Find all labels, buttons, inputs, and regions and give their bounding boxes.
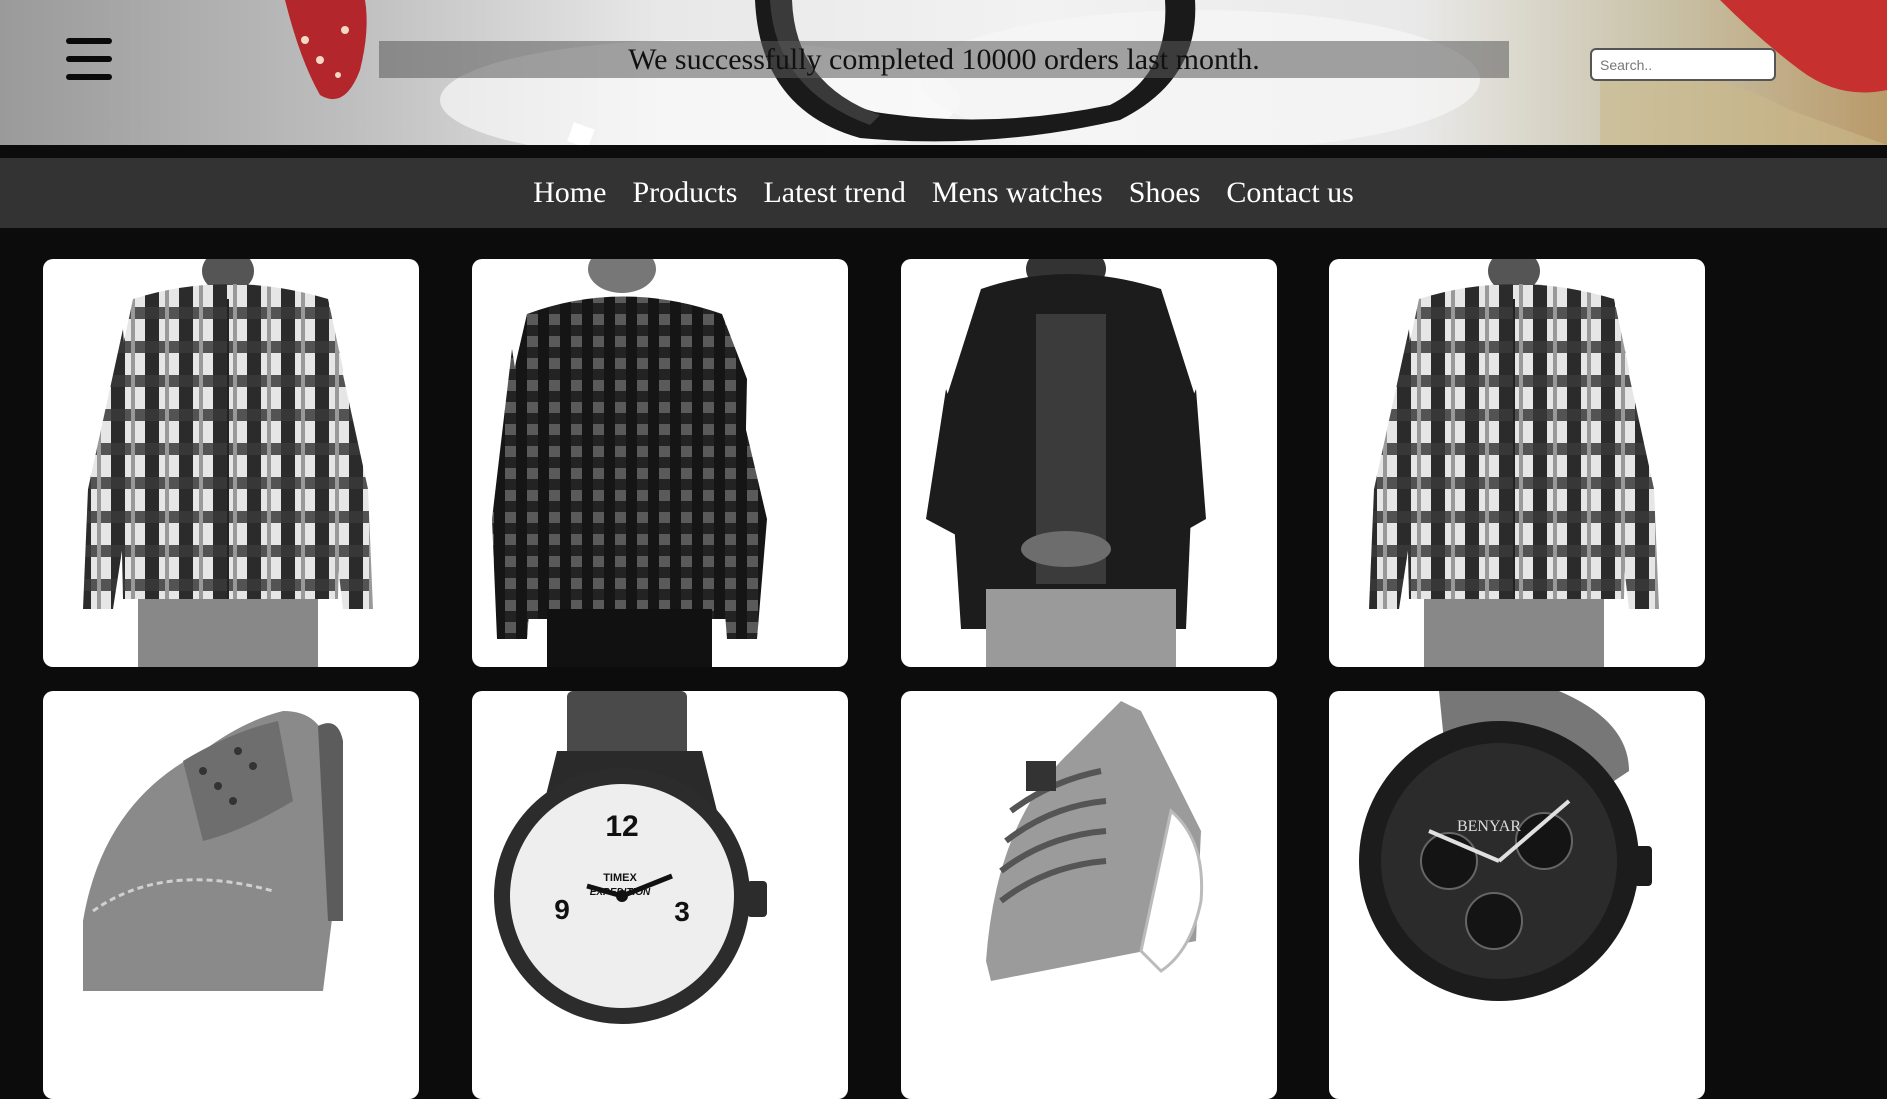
nav-item-shoes[interactable]: Shoes [1129,176,1201,210]
plaid-shirt-image [1369,259,1659,667]
product-card[interactable] [43,691,419,1099]
nav-item-home[interactable]: Home [533,176,606,210]
timex-watch-image: 12 3 9 TIMEX EXPEDITION [494,691,767,1024]
nav-item-contact-us[interactable]: Contact us [1226,176,1354,210]
svg-text:3: 3 [674,896,690,927]
product-card[interactable] [472,259,848,667]
hamburger-menu-icon[interactable] [66,38,112,80]
nav-item-latest-trend[interactable]: Latest trend [763,176,905,210]
black-overshirt-image [926,259,1206,667]
hero-banner: We successfully completed 10000 orders l… [0,0,1887,145]
svg-text:9: 9 [554,894,570,925]
svg-text:12: 12 [605,810,638,843]
watch-brand-label: BENYAR [1457,818,1521,835]
nav-item-mens-watches[interactable]: Mens watches [932,176,1103,210]
plaid-shirt-dark-image [492,259,767,667]
grey-sneaker-image [986,701,1204,981]
announcement-text: We successfully completed 10000 orders l… [379,41,1509,78]
product-card[interactable]: BENYAR [1329,691,1705,1099]
watch-brand-label: TIMEX [603,872,637,884]
main-navigation: Home Products Latest trend Mens watches … [0,158,1887,228]
grey-shoe-image [83,711,343,991]
product-card[interactable] [43,259,419,667]
product-card[interactable]: 12 3 9 TIMEX EXPEDITION [472,691,848,1099]
product-card[interactable] [901,259,1277,667]
search-input[interactable] [1590,48,1776,81]
benyar-watch-image: BENYAR [1359,691,1652,1001]
plaid-shirt-image [83,259,373,667]
divider [0,145,1887,158]
product-card[interactable] [901,691,1277,1099]
product-card[interactable] [1329,259,1705,667]
nav-item-products[interactable]: Products [632,176,737,210]
